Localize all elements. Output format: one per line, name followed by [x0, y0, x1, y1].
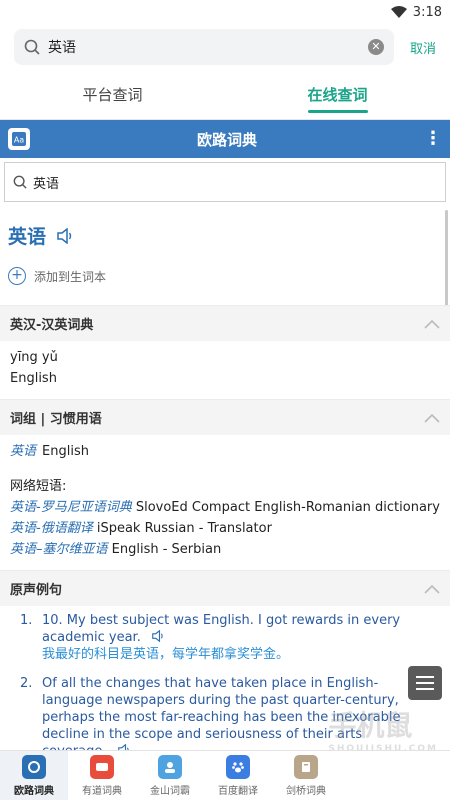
example-english: 10. My best subject was English. I got r…	[42, 613, 401, 645]
headword-row: 英语	[0, 202, 450, 249]
floating-menu-button[interactable]	[408, 666, 442, 700]
chevron-up-icon	[424, 319, 440, 329]
web-phrase-translation: SlovoEd Compact English-Romanian diction…	[135, 500, 440, 515]
status-bar: 3:18	[0, 0, 450, 24]
web-phrase-translation: iSpeak Russian - Translator	[96, 521, 272, 536]
web-phrase-item: 英语-俄语翻译 iSpeak Russian - Translator	[10, 518, 440, 539]
section-examples-header[interactable]: 原声例句	[0, 570, 450, 606]
nav-item-iciba[interactable]: 金山词霸	[136, 751, 204, 800]
cambridge-icon	[294, 754, 318, 779]
chevron-up-icon	[424, 413, 440, 423]
tab-online[interactable]: 在线查词	[225, 70, 450, 119]
dict-search-input[interactable]: 英语	[4, 162, 446, 202]
nav-item-cambridge[interactable]: 剑桥词典	[272, 751, 340, 800]
example-number: 1.	[20, 613, 33, 628]
nav-label: 金山词霸	[150, 785, 190, 797]
svg-text:Aa: Aa	[14, 136, 24, 145]
dict-definition: yīng yǔ English	[0, 341, 450, 399]
tab-label: 平台查词	[82, 86, 143, 104]
nav-label: 剑桥词典	[286, 785, 326, 797]
web-phrase-item: 英语–塞尔维亚语 English - Serbian	[10, 539, 440, 560]
add-label: 添加到生词本	[34, 269, 107, 284]
tab-underline	[307, 110, 368, 113]
speaker-icon[interactable]	[151, 630, 165, 642]
add-to-wordbook-button[interactable]: + 添加到生词本	[0, 249, 450, 305]
nav-label: 百度翻译	[218, 785, 258, 797]
nav-item-youdao[interactable]: 有道词典	[68, 751, 136, 800]
nav-label: 欧路词典	[14, 785, 54, 797]
web-phrase-link[interactable]: 英语–塞尔维亚语	[10, 542, 108, 557]
cancel-button[interactable]: 取消	[410, 38, 436, 57]
headword: 英语	[8, 226, 47, 248]
section-title: 英汉-汉英词典	[10, 318, 94, 333]
nav-label: 有道词典	[82, 785, 122, 797]
speaker-icon[interactable]	[56, 227, 74, 244]
section-title: 词组 | 习惯用语	[10, 412, 102, 427]
dict-logo-icon[interactable]: Aa	[8, 128, 30, 150]
search-row: 英语 ✕ 取消	[0, 24, 450, 70]
search-icon	[13, 175, 27, 189]
status-time: 3:18	[412, 4, 442, 20]
nav-item-baidu[interactable]: 百度翻译	[204, 751, 272, 800]
wifi-icon	[390, 6, 407, 18]
pinyin: yīng yǔ	[10, 350, 58, 365]
dict-content: 英语 + 添加到生词本 英汉-汉英词典 yīng yǔ English 词组 |…	[0, 202, 450, 750]
watermark-logo: 手机鼠 SHOUJISHU.COM	[328, 709, 438, 754]
example-chinese: 我最好的科目是英语，每学年都拿奖学金。	[42, 647, 290, 662]
nav-item-eudic[interactable]: 欧路词典	[0, 751, 68, 800]
phrase-link[interactable]: 英语	[10, 444, 36, 459]
search-icon	[24, 39, 40, 55]
chevron-up-icon	[424, 584, 440, 594]
phrase-item: 英语 English	[10, 441, 440, 462]
web-phrases-label: 网络短语:	[10, 479, 67, 494]
dict-search-query: 英语	[33, 176, 60, 192]
phrase-translation: English	[42, 444, 89, 459]
tab-bar: 平台查词 在线查词	[0, 70, 450, 120]
web-phrase-link[interactable]: 英语-罗马尼亚语词典	[10, 500, 132, 515]
web-phrase-item: 英语-罗马尼亚语词典 SlovoEd Compact English-Roman…	[10, 497, 440, 518]
add-icon: +	[8, 267, 26, 285]
dict-header: Aa 欧路词典 ⋮	[0, 120, 450, 158]
dict-title: 欧路词典	[196, 130, 257, 149]
tab-platform[interactable]: 平台查词	[0, 70, 225, 119]
screen: 3:18 英语 ✕ 取消 平台查词 在线查词 Aa 欧路词典 ⋮ 英语 英语 +…	[0, 0, 450, 800]
youdao-icon	[90, 754, 114, 779]
iciba-icon	[158, 754, 182, 779]
phrases-body: 英语 English 网络短语: 英语-罗马尼亚语词典 SlovoEd Compa…	[0, 435, 450, 570]
section-dict-header[interactable]: 英汉-汉英词典	[0, 305, 450, 341]
clear-icon[interactable]: ✕	[367, 39, 384, 55]
web-phrase-link[interactable]: 英语-俄语翻译	[10, 521, 93, 536]
bottom-nav: 欧路词典 有道词典 金山词霸 百度翻译 剑桥词典	[0, 750, 450, 800]
eudic-icon	[22, 754, 46, 779]
section-phrases-header[interactable]: 词组 | 习惯用语	[0, 399, 450, 435]
baidu-icon	[226, 754, 250, 779]
web-phrase-translation: English - Serbian	[111, 542, 222, 557]
more-menu-icon[interactable]: ⋮	[424, 130, 442, 148]
search-input[interactable]: 英语 ✕	[14, 29, 394, 65]
example-number: 2.	[20, 676, 33, 691]
search-query: 英语	[48, 40, 76, 56]
tab-label: 在线查词	[307, 86, 368, 104]
meaning: English	[10, 371, 57, 386]
section-title: 原声例句	[10, 583, 63, 598]
example-item: 1. 10. My best subject was English. I go…	[20, 612, 430, 663]
